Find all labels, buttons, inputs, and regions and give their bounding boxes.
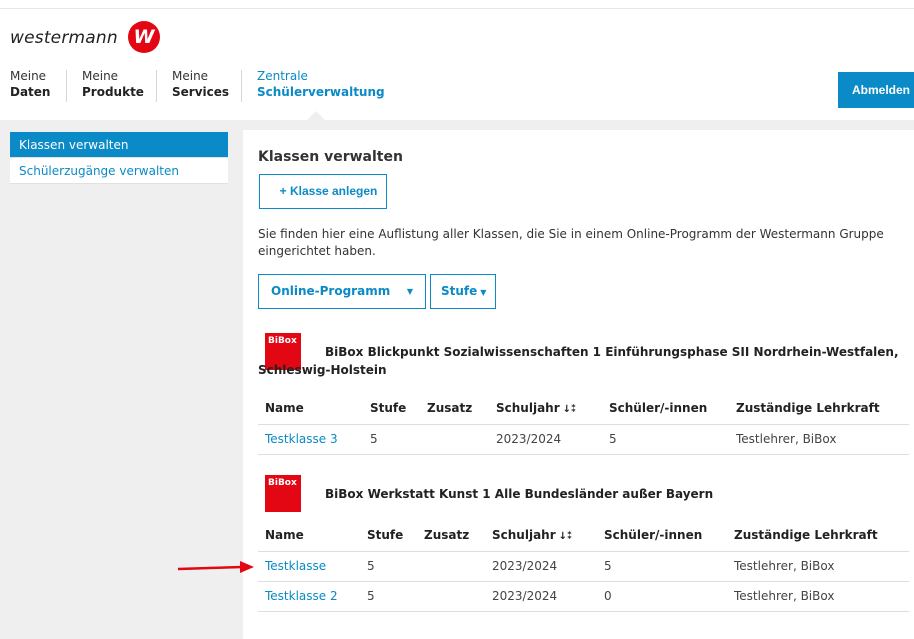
nav-divider [156, 70, 157, 102]
class-name-link[interactable]: Testklasse [258, 551, 367, 582]
cell-schuljahr: 2023/2024 [496, 424, 609, 455]
logout-button[interactable]: Abmelden [838, 72, 914, 108]
class-table: Name Stufe Zusatz Schuljahr ↓⁑ Schüler/-i… [258, 519, 909, 612]
program-filter-dropdown[interactable]: Online-Programm ▼ [258, 274, 426, 309]
nav-divider [241, 70, 242, 102]
brand-wordmark[interactable]: westermann [10, 28, 118, 48]
column-header-label: Schuljahr [496, 400, 560, 415]
nav-meine-services[interactable]: Meine Services [172, 68, 229, 100]
main-panel: Klassen verwalten + Klasse anlegen Sie f… [243, 130, 914, 639]
class-name-link[interactable]: Testklasse 2 [258, 581, 367, 612]
class-name-link[interactable]: Testklasse 3 [258, 424, 370, 455]
cell-schueler: 5 [609, 424, 736, 455]
nav-label-line2: Schülerverwaltung [257, 85, 385, 99]
cell-schuljahr: 2023/2024 [492, 581, 604, 612]
sidebar-item-klassen-verwalten[interactable]: Klassen verwalten [10, 132, 228, 158]
active-nav-indicator [307, 111, 325, 120]
nav-label-line2: Daten [10, 85, 51, 99]
cell-schueler: 0 [604, 581, 734, 612]
nav-label-line1: Meine [172, 69, 209, 83]
nav-label-line1: Meine [10, 69, 47, 83]
stage-filter-dropdown[interactable]: Stufe ▼ [430, 274, 496, 309]
add-class-button[interactable]: + Klasse anlegen [259, 174, 387, 209]
cell-stufe: 5 [367, 551, 424, 582]
cell-lehrkraft: Testlehrer, BiBox [734, 551, 909, 582]
chevron-down-icon: ▼ [480, 288, 487, 297]
cell-lehrkraft: Testlehrer, BiBox [734, 581, 909, 612]
sort-icon: ↓⁑ [558, 530, 573, 542]
column-header-lehrkraft[interactable]: Zuständige Lehrkraft [736, 392, 909, 425]
page-title: Klassen verwalten [258, 149, 403, 165]
cell-stufe: 5 [367, 581, 424, 612]
column-header-schueler[interactable]: Schüler/-innen [609, 392, 736, 425]
column-header-name[interactable]: Name [258, 519, 367, 552]
column-header-lehrkraft[interactable]: Zuständige Lehrkraft [734, 519, 909, 552]
column-header-schuljahr[interactable]: Schuljahr ↓⁑ [496, 392, 609, 425]
nav-zentrale-schuelerverwaltung[interactable]: Zentrale Schülerverwaltung [257, 68, 385, 100]
column-header-zusatz[interactable]: Zusatz [427, 392, 496, 425]
column-header-stufe[interactable]: Stufe [367, 519, 424, 552]
cell-schueler: 5 [604, 551, 734, 582]
column-header-zusatz[interactable]: Zusatz [424, 519, 492, 552]
column-header-schuljahr[interactable]: Schuljahr ↓⁑ [492, 519, 604, 552]
intro-text: Sie finden hier eine Auflistung aller Kl… [258, 227, 884, 258]
nav-meine-produkte[interactable]: Meine Produkte [82, 68, 144, 100]
nav-label-line2: Produkte [82, 85, 144, 99]
stage-filter-label: Stufe [441, 284, 478, 298]
cell-schuljahr: 2023/2024 [492, 551, 604, 582]
program-title: BiBox Blickpunkt Sozialwissenschaften 1 … [258, 345, 899, 377]
nav-divider [66, 70, 67, 102]
top-divider [0, 8, 914, 9]
column-header-name[interactable]: Name [258, 392, 370, 425]
column-header-stufe[interactable]: Stufe [370, 392, 427, 425]
nav-label-line2: Services [172, 85, 230, 99]
bibox-logo-icon: BiBox [265, 475, 301, 512]
column-header-label: Schuljahr [492, 527, 556, 542]
program-filter-label: Online-Programm [271, 284, 391, 298]
cell-zusatz [424, 551, 492, 582]
cell-lehrkraft: Testlehrer, BiBox [736, 424, 909, 455]
cell-zusatz [424, 581, 492, 612]
nav-meine-daten[interactable]: Meine Daten [10, 68, 50, 100]
table-row: Testklasse 5 2023/2024 5 Testlehrer, BiB… [258, 551, 909, 582]
column-header-schueler[interactable]: Schüler/-innen [604, 519, 734, 552]
table-row: Testklasse 3 5 2023/2024 5 Testlehrer, B… [258, 424, 909, 455]
class-table: Name Stufe Zusatz Schuljahr ↓⁑ Schüler/-i… [258, 392, 909, 455]
chevron-down-icon: ▼ [406, 287, 413, 296]
program-title: BiBox Werkstatt Kunst 1 Alle Bundeslände… [325, 487, 714, 501]
sort-icon: ↓⁑ [562, 403, 577, 415]
brand-logo-icon[interactable]: W [128, 21, 160, 53]
cell-stufe: 5 [370, 424, 427, 455]
cell-zusatz [427, 424, 496, 455]
red-arrow-annotation-icon [178, 561, 254, 573]
sidebar-item-schuelerzugaenge-verwalten[interactable]: Schülerzugänge verwalten [10, 158, 228, 184]
table-row: Testklasse 2 5 2023/2024 0 Testlehrer, B… [258, 581, 909, 612]
sidebar: Klassen verwalten Schülerzugänge verwalt… [10, 132, 228, 184]
nav-label-line1: Meine [82, 69, 119, 83]
nav-label-line1: Zentrale [257, 69, 308, 83]
